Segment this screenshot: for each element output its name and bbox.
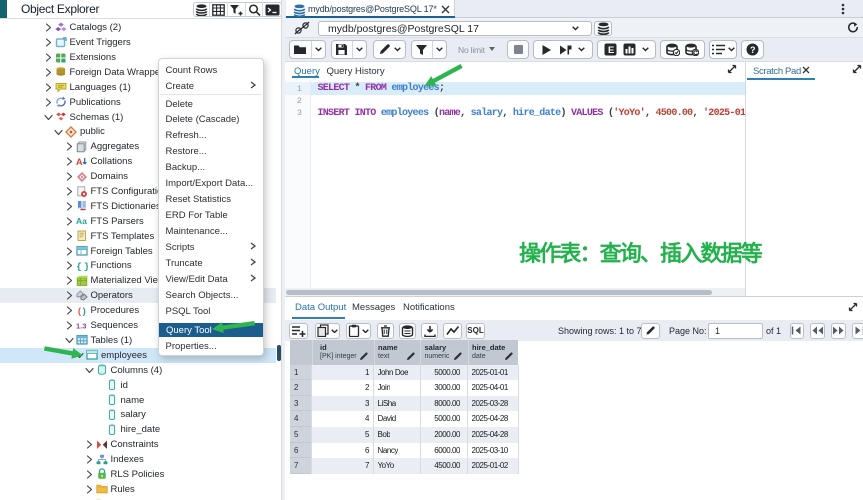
svg-text:{ }: { } (76, 261, 88, 272)
svg-text:E: E (608, 45, 614, 56)
svg-text:Aa: Aa (76, 216, 87, 226)
svg-text:1.3: 1.3 (76, 321, 86, 330)
svg-text:?: ? (750, 45, 756, 55)
svg-text:): ) (81, 306, 87, 317)
svg-text:A: A (76, 157, 83, 167)
